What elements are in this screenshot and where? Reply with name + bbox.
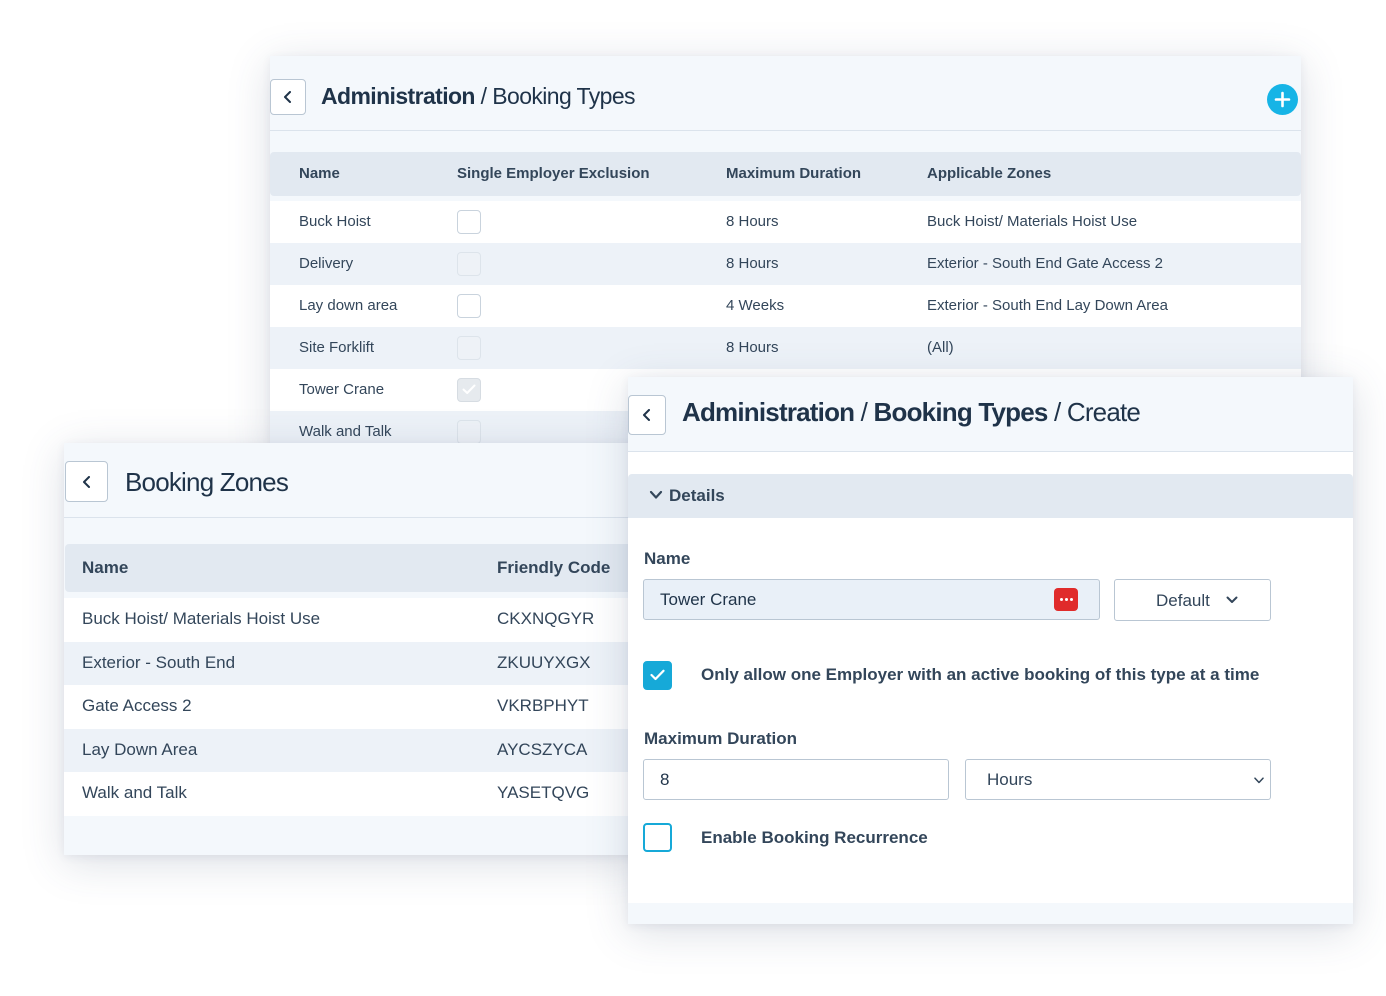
row-name: Lay down area: [299, 297, 398, 314]
row-duration: 8 Hours: [726, 339, 779, 356]
table-row[interactable]: Site Forklift 8 Hours (All): [270, 327, 1301, 369]
column-header-name[interactable]: Name: [82, 558, 128, 578]
row-name: Site Forklift: [299, 339, 375, 356]
zone-code: VKRBPHYT: [497, 696, 589, 715]
breadcrumb-root[interactable]: Administration: [321, 83, 475, 109]
duration-label: Maximum Duration: [644, 729, 798, 748]
page-title: Administration / Booking Types / Create: [682, 397, 1141, 428]
name-value: Tower Crane: [660, 590, 757, 609]
table-row[interactable]: Gate Access 2 VKRBPHYT: [64, 685, 644, 729]
table-row[interactable]: Delivery 8 Hours Exterior - South End Ga…: [270, 243, 1301, 285]
table-row[interactable]: Buck Hoist/ Materials Hoist Use CKXNQGYR: [64, 598, 644, 642]
add-booking-type-button[interactable]: [1267, 84, 1298, 115]
row-zones: Exterior - South End Lay Down Area: [927, 297, 1168, 314]
back-button[interactable]: [628, 395, 666, 435]
duration-input[interactable]: 8: [643, 759, 949, 800]
checkmark-icon: [462, 384, 476, 394]
page-title: Administration / Booking Types: [321, 83, 636, 110]
single-employer-checkbox[interactable]: [643, 661, 672, 690]
row-duration: 8 Hours: [726, 255, 779, 272]
table-row[interactable]: Exterior - South End ZKUUYXGX: [64, 642, 644, 686]
zone-code: ZKUUYXGX: [497, 653, 591, 672]
row-duration: 8 Hours: [726, 213, 779, 230]
row-duration: 4 Weeks: [726, 297, 785, 314]
breadcrumb-current: Booking Types: [492, 83, 635, 109]
chevron-left-icon: [284, 91, 291, 103]
row-zones: Buck Hoist/ Materials Hoist Use: [927, 213, 1138, 230]
column-header-friendly-code[interactable]: Friendly Code: [497, 558, 610, 578]
chevron-down-icon: [1226, 596, 1238, 603]
zone-name: Exterior - South End: [82, 653, 236, 672]
row-zones: (All): [927, 339, 954, 356]
plus-icon: [1274, 91, 1291, 108]
recurrence-label: Enable Booking Recurrence: [701, 828, 928, 847]
duration-unit-value: Hours: [987, 770, 1033, 789]
breadcrumb-current: Create: [1066, 397, 1141, 427]
password-manager-icon[interactable]: [1054, 588, 1078, 611]
row-name: Delivery: [299, 255, 354, 272]
breadcrumb-mid[interactable]: Booking Types: [874, 397, 1049, 427]
column-header-name[interactable]: Name: [299, 165, 340, 182]
chevron-down-icon: [1254, 777, 1264, 784]
breadcrumb-separator: /: [474, 83, 493, 109]
booking-zones-panel: Booking Zones Name Friendly Code Buck Ho…: [64, 443, 644, 855]
exclusion-checkbox[interactable]: [457, 378, 481, 402]
breadcrumb-separator: /: [854, 397, 874, 427]
zone-code: YASETQVG: [497, 783, 590, 802]
create-booking-type-panel: Administration / Booking Types / Create …: [628, 377, 1353, 924]
zone-name: Gate Access 2: [82, 696, 192, 715]
column-header-exclusion[interactable]: Single Employer Exclusion: [457, 165, 650, 182]
language-dropdown[interactable]: Default: [1114, 579, 1271, 621]
name-input[interactable]: Tower Crane: [643, 579, 1100, 620]
row-name: Walk and Talk: [299, 423, 392, 440]
zone-name: Walk and Talk: [82, 783, 187, 802]
page-title: Booking Zones: [125, 467, 289, 497]
exclusion-checkbox[interactable]: [457, 210, 481, 234]
create-header: Administration / Booking Types / Create: [628, 377, 1353, 452]
name-label: Name: [644, 549, 691, 568]
table-header: Name Friendly Code: [65, 544, 644, 592]
duration-value: 8: [660, 770, 670, 789]
zone-name: Buck Hoist/ Materials Hoist Use: [82, 609, 321, 628]
column-header-duration[interactable]: Maximum Duration: [726, 165, 861, 182]
chevron-down-icon: [649, 490, 663, 499]
zone-name: Lay Down Area: [82, 740, 198, 759]
table-header: Name Single Employer Exclusion Maximum D…: [270, 152, 1301, 196]
row-zones: Exterior - South End Gate Access 2: [927, 255, 1163, 272]
language-dropdown-label: Default: [1156, 591, 1210, 610]
zone-code: AYCSZYCA: [497, 740, 588, 759]
exclusion-checkbox[interactable]: [457, 336, 481, 360]
back-button[interactable]: [270, 79, 306, 115]
breadcrumb-root[interactable]: Administration: [682, 397, 855, 427]
single-employer-label: Only allow one Employer with an active b…: [701, 665, 1260, 684]
exclusion-checkbox[interactable]: [457, 420, 481, 444]
section-title: Details: [669, 486, 725, 505]
table-row[interactable]: Buck Hoist 8 Hours Buck Hoist/ Materials…: [270, 201, 1301, 243]
duration-unit-select[interactable]: Hours: [965, 759, 1271, 800]
back-button[interactable]: [65, 461, 108, 502]
table-row[interactable]: Lay down area 4 Weeks Exterior - South E…: [270, 285, 1301, 327]
exclusion-checkbox[interactable]: [457, 252, 481, 276]
exclusion-checkbox[interactable]: [457, 294, 481, 318]
panel-footer: [628, 903, 1353, 924]
row-name: Buck Hoist: [299, 213, 371, 230]
row-name: Tower Crane: [299, 381, 385, 398]
breadcrumb-separator: /: [1047, 397, 1067, 427]
recurrence-checkbox[interactable]: [643, 823, 672, 852]
chevron-left-icon: [82, 475, 90, 488]
table-row[interactable]: Walk and Talk YASETQVG: [64, 772, 644, 816]
chevron-left-icon: [643, 409, 650, 421]
zone-code: CKXNQGYR: [497, 609, 595, 628]
booking-types-header: Administration / Booking Types: [270, 56, 1301, 131]
booking-zones-header: Booking Zones: [64, 443, 644, 518]
details-section-toggle[interactable]: Details: [628, 474, 1353, 518]
table-row[interactable]: Lay Down Area AYCSZYCA: [64, 729, 644, 773]
checkmark-icon: [650, 669, 665, 681]
column-header-zones[interactable]: Applicable Zones: [927, 165, 1051, 182]
